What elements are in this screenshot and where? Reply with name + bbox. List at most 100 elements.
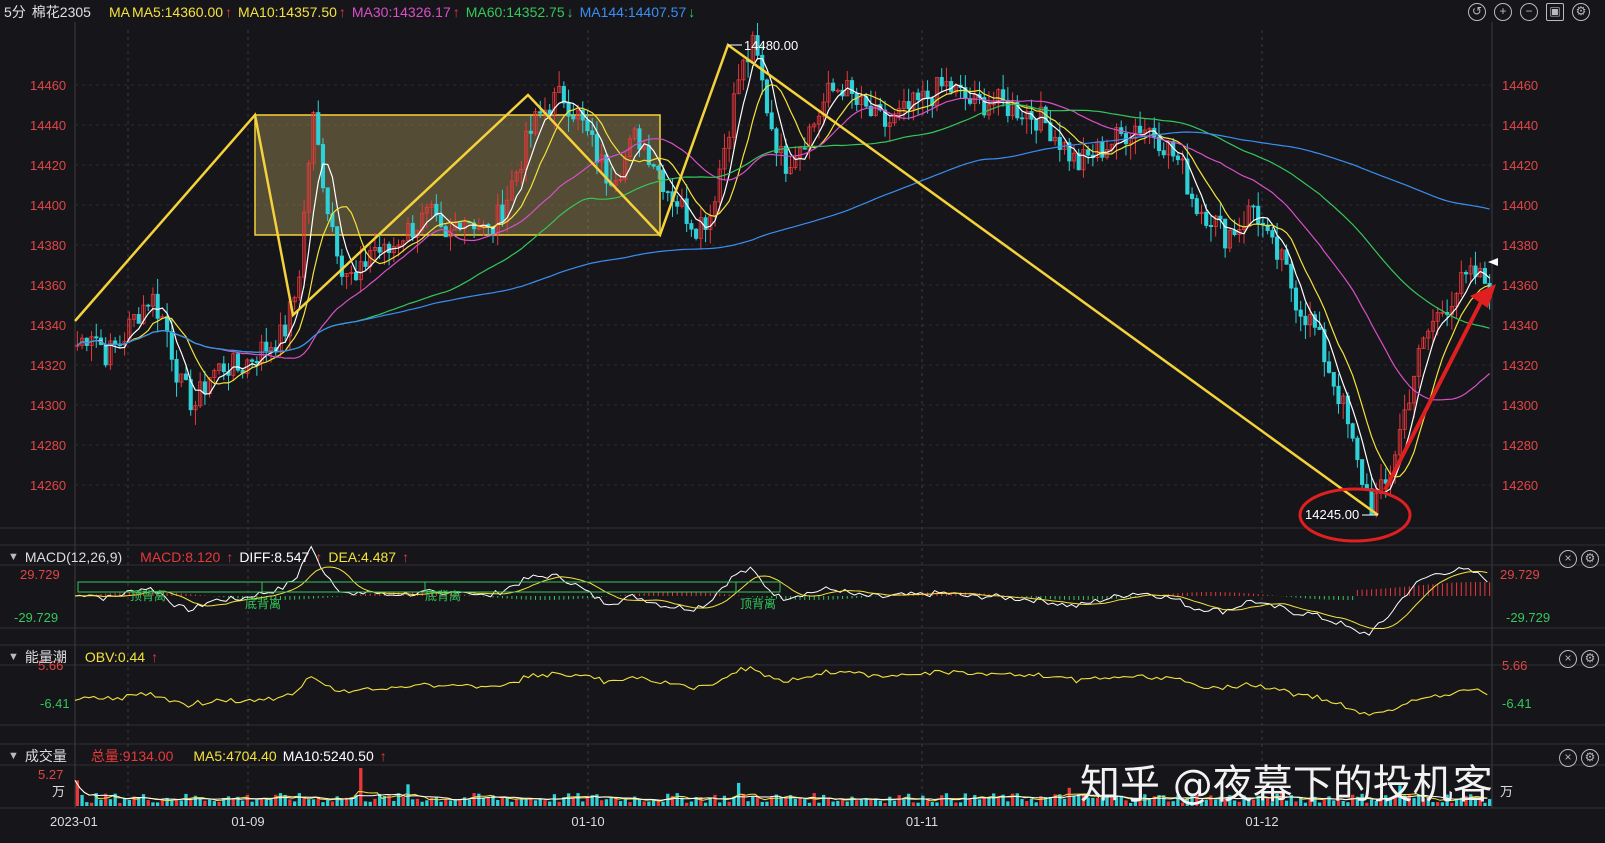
candle-body: [802, 147, 807, 150]
candle-body: [651, 164, 656, 167]
obv-lower-left: -6.41: [40, 696, 70, 711]
candle-body: [1161, 150, 1166, 156]
y-tick-left: 14460: [30, 78, 66, 93]
candle-body: [528, 130, 533, 134]
divergence-note: 底背离: [245, 596, 281, 611]
candle-body: [84, 337, 89, 346]
diff-value: DIFF:8.547: [239, 549, 310, 565]
candle-body: [250, 359, 255, 362]
y-tick-left: 14400: [30, 198, 66, 213]
chart-canvas[interactable]: 14460 14460 14440 14440 14420 14420 14400 14400…: [0, 0, 1605, 843]
candle-body: [283, 324, 288, 337]
close-icon[interactable]: ×: [1559, 550, 1577, 568]
candle-body: [353, 271, 359, 281]
candle-body: [1232, 230, 1237, 235]
divergence-box: [77, 581, 263, 593]
candle-body: [103, 344, 108, 366]
obv-header: ▼ 能量潮 OBV:0.44 ↑: [0, 646, 1605, 668]
close-icon[interactable]: ×: [1559, 650, 1577, 668]
candle-body: [831, 82, 836, 91]
settings-icon[interactable]: ⚙: [1581, 749, 1599, 767]
candle-body: [363, 261, 368, 267]
y-tick-left: 14340: [30, 318, 66, 333]
candle-body: [656, 165, 661, 171]
candle-body: [325, 187, 330, 215]
volume-collapse-icon[interactable]: ▼: [8, 750, 19, 762]
obv-title[interactable]: 能量潮: [25, 647, 67, 667]
y-tick-left: 14300: [30, 398, 66, 413]
red-arrow-shaft: [1383, 299, 1484, 491]
y-tick-left: 14360: [30, 278, 66, 293]
candle-body: [906, 101, 911, 110]
candle-body: [689, 223, 694, 230]
candle-body: [339, 255, 344, 277]
candle-body: [590, 130, 595, 135]
candle-body: [774, 128, 779, 154]
obv-arrow: ↑: [151, 649, 159, 665]
volume-ma5: MA5:4704.40: [193, 748, 277, 764]
candle-body: [202, 381, 207, 395]
y-tick-right: 14300: [1502, 398, 1538, 413]
candle-body: [443, 226, 448, 238]
candle-body: [1293, 287, 1299, 311]
candle-body: [1175, 155, 1180, 161]
y-tick-right: 14400: [1502, 198, 1538, 213]
macd-collapse-icon[interactable]: ▼: [8, 551, 19, 563]
candle-body: [1256, 205, 1261, 224]
settings-icon[interactable]: ⚙: [1581, 650, 1599, 668]
candle-body: [939, 77, 944, 87]
consolidation-box: [254, 114, 661, 236]
candle-body: [221, 363, 226, 373]
macd-title[interactable]: MACD(12,26,9): [25, 549, 122, 565]
close-icon[interactable]: ×: [1559, 749, 1577, 767]
candle-body: [769, 112, 774, 130]
y-tick-left: 14260: [30, 478, 66, 493]
dea-value: DEA:4.487: [328, 549, 397, 565]
candle-body: [136, 314, 141, 324]
candle-body: [1303, 315, 1308, 326]
candle-body: [849, 80, 855, 94]
volume-unit-right: 万: [1500, 784, 1513, 799]
candle-body: [585, 119, 590, 132]
candle-body: [1360, 459, 1365, 485]
y-tick-right: 14460: [1502, 78, 1538, 93]
current-price-marker: [1488, 258, 1498, 266]
candle-body: [1057, 136, 1062, 150]
macd-upper-left: 29.729: [20, 567, 60, 582]
candle-body: [146, 304, 151, 307]
candle-body: [1336, 385, 1341, 404]
volume-title[interactable]: 成交量: [25, 746, 67, 766]
candle-body: [155, 293, 160, 319]
candle-body: [916, 92, 921, 101]
candle-body: [387, 243, 392, 253]
volume-total: 总量:9134.00: [90, 748, 174, 764]
divergence-note: 底背离: [425, 588, 461, 603]
candle-body: [174, 358, 179, 383]
candle-body: [1086, 149, 1091, 156]
x-axis-label: 01-12: [1245, 814, 1278, 829]
candle-body: [1208, 225, 1214, 227]
candle-body: [1034, 118, 1039, 131]
candle-body: [594, 134, 599, 163]
obv-collapse-icon[interactable]: ▼: [8, 651, 19, 663]
x-axis-label: 2023-01: [50, 814, 98, 829]
candle-body: [783, 145, 788, 174]
divergence-note: 顶背离: [130, 588, 166, 603]
candle-body: [1190, 193, 1195, 199]
candle-body: [566, 102, 571, 117]
candle-body: [1019, 117, 1025, 120]
macd-lower-right: -29.729: [1506, 610, 1550, 625]
candle-body: [500, 204, 505, 223]
candle-body: [1204, 211, 1209, 226]
y-tick-right: 14260: [1502, 478, 1538, 493]
y-tick-right: 14320: [1502, 358, 1538, 373]
candle-body: [377, 246, 382, 253]
macd-arrow-2: ↑: [315, 549, 323, 565]
candle-body: [1194, 198, 1199, 215]
candle-body: [1223, 218, 1228, 249]
macd-arrow-1: ↑: [226, 549, 234, 565]
y-tick-right: 14380: [1502, 238, 1538, 253]
settings-icon[interactable]: ⚙: [1581, 550, 1599, 568]
volume-arrow: ↑: [379, 748, 387, 764]
volume-upper-left: 5.27: [38, 767, 63, 782]
